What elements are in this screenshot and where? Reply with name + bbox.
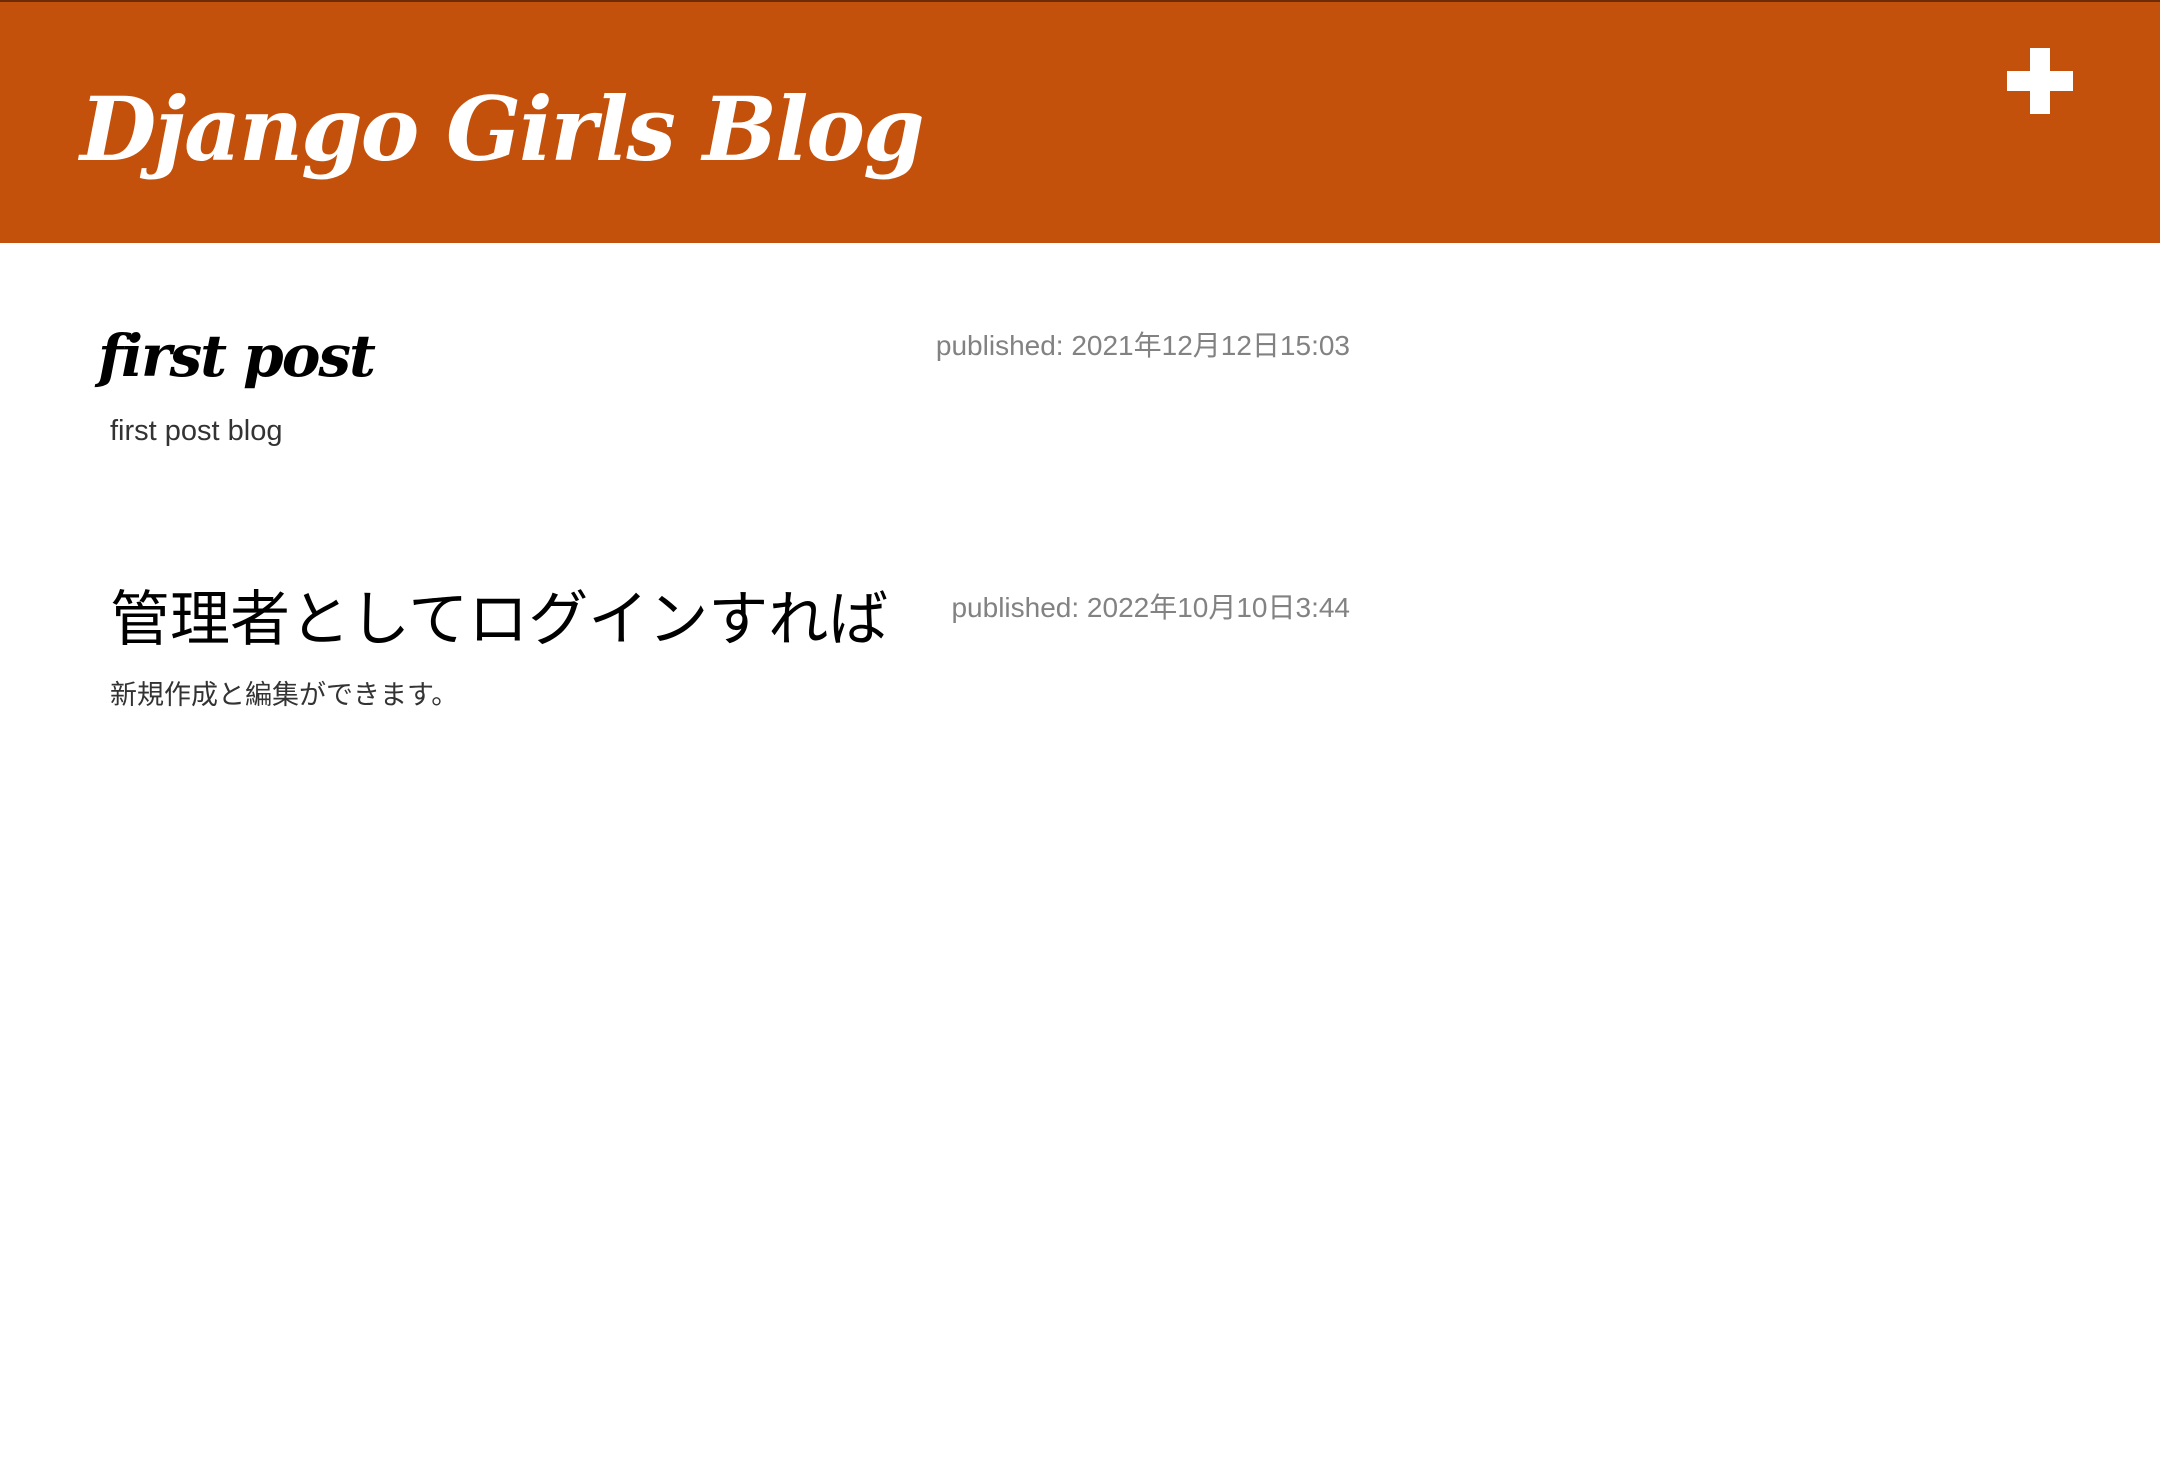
- post-title-link[interactable]: 管理者としてログインすれば: [110, 570, 888, 670]
- post-text: first post blog: [110, 415, 283, 447]
- site-title-link[interactable]: Django Girls Blog: [80, 74, 925, 184]
- post-date: published: 2022年10月10日3:44: [951, 592, 1350, 623]
- post-text: 新規作成と編集ができます。: [110, 680, 459, 711]
- add-post-button[interactable]: [2003, 44, 2077, 118]
- plus-icon: [2007, 48, 2073, 114]
- page-header: Django Girls Blog: [0, 0, 2160, 243]
- post-date: published: 2021年12月12日15:03: [935, 330, 1350, 361]
- post-title-link[interactable]: first post: [98, 316, 376, 396]
